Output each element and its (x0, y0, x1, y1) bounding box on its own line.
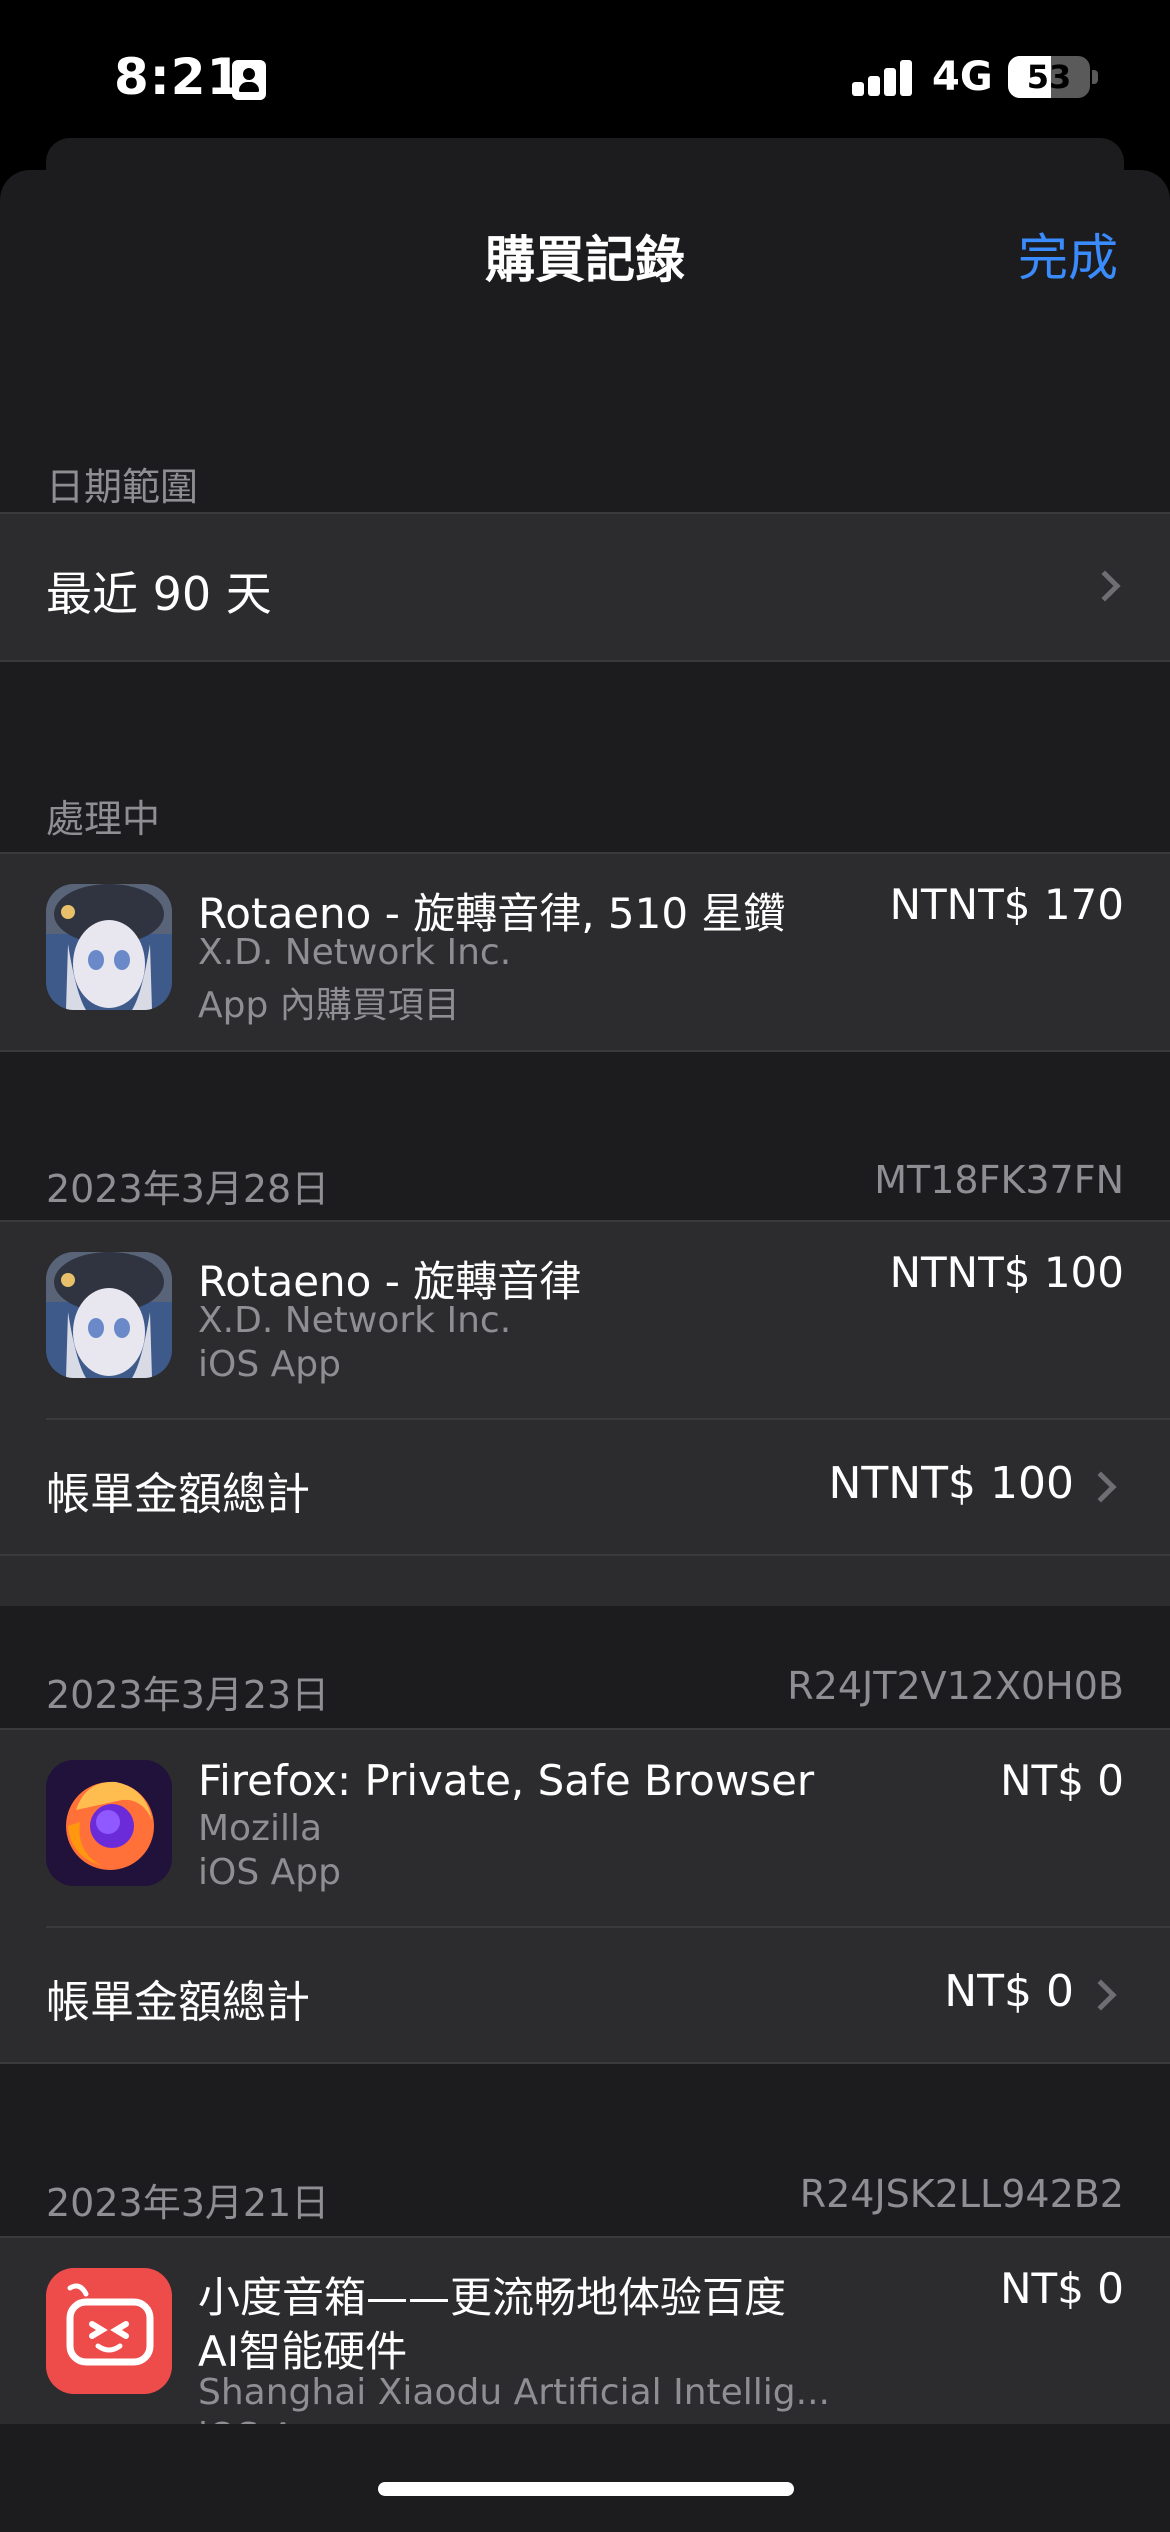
status-bar: 8:21 4G 53 (0, 0, 1170, 160)
item-type: App 內購買項目 (198, 985, 460, 1026)
purchase-group: Rotaeno - 旋轉音律 X.D. Network Inc. iOS App… (0, 1222, 1170, 1606)
bottom-safe-area (0, 2424, 1170, 2532)
chevron-right-icon (1089, 570, 1121, 602)
date-range-header: 日期範圍 (46, 465, 199, 509)
item-price: NTNT$ 170 (889, 880, 1124, 929)
bill-total-label: 帳單金額總計 (46, 1469, 310, 1520)
purchase-group: Firefox: Private, Safe Browser Mozilla i… (0, 1730, 1170, 2062)
item-price: NT$ 0 (1000, 2264, 1124, 2313)
purchase-date: 2023年3月28日 (46, 1167, 330, 1211)
item-developer: Shanghai Xiaodu Artificial Intellig... (198, 2372, 830, 2413)
divider (0, 2062, 1170, 2064)
divider (0, 1050, 1170, 1052)
home-indicator[interactable] (378, 2482, 794, 2496)
divider (0, 660, 1170, 662)
bill-total-row[interactable]: 帳單金額總計 NT$ 0 (0, 1928, 1170, 2062)
item-title-line1: 小度音箱——更流畅地体验百度 (198, 2273, 787, 2322)
item-developer: Mozilla (198, 1808, 323, 1849)
bill-total-row[interactable]: 帳單金額總計 NTNT$ 100 (0, 1420, 1170, 1606)
item-type: iOS App (198, 1344, 341, 1385)
divider (0, 512, 1170, 514)
chevron-right-icon (1085, 1979, 1117, 2011)
date-range-row[interactable]: 最近 90 天 (0, 514, 1170, 662)
rotaeno-icon (46, 1252, 172, 1378)
bill-total-value: NT$ 0 (944, 1966, 1074, 2017)
page-title: 購買記錄 (485, 231, 685, 289)
processing-item-row[interactable]: Rotaeno - 旋轉音律, 510 星鑽 X.D. Network Inc.… (0, 854, 1170, 1050)
item-developer: X.D. Network Inc. (198, 1300, 512, 1341)
item-type: iOS App (198, 1852, 341, 1893)
date-range-value: 最近 90 天 (46, 567, 272, 621)
purchase-date: 2023年3月21日 (46, 2181, 330, 2225)
battery-icon: 53 (1008, 56, 1090, 98)
battery-percent: 53 (1026, 58, 1072, 96)
battery-tip (1092, 70, 1098, 84)
xiaodu-icon (46, 2268, 172, 2394)
item-title: Firefox: Private, Safe Browser (198, 1756, 815, 1805)
firefox-icon (46, 1760, 172, 1886)
chevron-right-icon (1085, 1471, 1117, 1503)
network-type: 4G (932, 54, 993, 100)
order-id: R24JSK2LL942B2 (799, 2172, 1124, 2216)
status-time: 8:21 (114, 48, 243, 106)
item-title-line2: AI智能硬件 (198, 2327, 408, 2376)
done-button[interactable]: 完成 (1018, 218, 1118, 290)
bill-total-value: NTNT$ 100 (828, 1458, 1074, 1509)
rotaeno-icon (46, 884, 172, 1010)
divider (0, 1554, 1170, 1556)
order-id: R24JT2V12X0H0B (787, 1664, 1124, 1708)
order-id: MT18FK37FN (874, 1158, 1124, 1202)
cellular-signal-icon (852, 60, 914, 96)
item-price: NTNT$ 100 (889, 1248, 1124, 1297)
purchase-date: 2023年3月23日 (46, 1673, 330, 1717)
bill-total-label: 帳單金額總計 (46, 1977, 310, 2028)
contact-card-icon (232, 60, 266, 100)
item-price: NT$ 0 (1000, 1756, 1124, 1805)
processing-header: 處理中 (46, 797, 161, 841)
item-developer: X.D. Network Inc. (198, 932, 512, 973)
purchase-history-sheet: 購買記錄 完成 日期範圍 最近 90 天 處理中 Rotaeno - 旋轉音律,… (0, 170, 1170, 2532)
